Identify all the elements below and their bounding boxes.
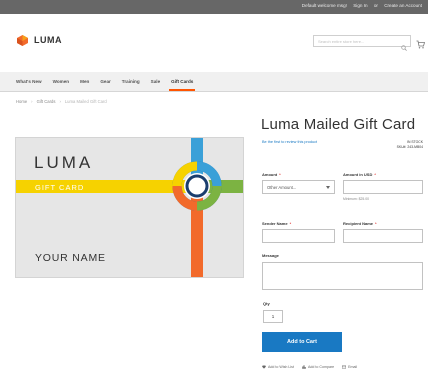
- gift-card-band-text: GIFT CARD: [35, 183, 85, 192]
- breadcrumb-separator: ›: [31, 99, 33, 104]
- email-label: Email: [348, 365, 358, 369]
- sender-name-label: Sender Name *: [262, 221, 291, 226]
- search-input[interactable]: Search entire store here...: [313, 35, 411, 51]
- amount-usd-input[interactable]: [343, 180, 423, 194]
- amount-label: Amount *: [262, 172, 281, 177]
- logo[interactable]: LUMA: [16, 32, 62, 48]
- gift-card-brand: LUMA: [34, 153, 94, 172]
- welcome-message: Default welcome msg!: [301, 3, 347, 8]
- amount-select[interactable]: Other Amount...: [262, 180, 335, 194]
- breadcrumb: Home › Gift Cards › Luma Mailed Gift Card: [16, 99, 107, 104]
- recipient-name-label: Recipient Name *: [343, 221, 377, 226]
- wishlist-label: Add to Wish List: [268, 365, 294, 369]
- page-title: Luma Mailed Gift Card: [261, 116, 416, 133]
- message-label: Message: [262, 253, 279, 258]
- heart-icon: [262, 365, 266, 369]
- recipient-label-text: Recipient Name: [343, 221, 374, 226]
- compare-icon: [302, 365, 306, 369]
- add-to-compare-link[interactable]: Add to Compare: [302, 365, 334, 369]
- required-marker: *: [279, 172, 281, 177]
- cart-icon[interactable]: [416, 36, 426, 49]
- amount-select-value: Other Amount...: [267, 185, 297, 190]
- breadcrumb-category[interactable]: Gift Cards: [37, 99, 56, 104]
- envelope-icon: [342, 365, 347, 369]
- main-navigation: What's New Women Men Gear Training Sale …: [0, 72, 428, 92]
- sign-in-link[interactable]: Sign In: [353, 3, 367, 8]
- add-to-cart-button[interactable]: Add to Cart: [262, 332, 342, 352]
- breadcrumb-home[interactable]: Home: [16, 99, 27, 104]
- product-image[interactable]: LUMA GIFT CARD YOUR NAME: [15, 137, 244, 278]
- nav-item-training[interactable]: Training: [122, 72, 140, 91]
- product-actions: Add to Wish List Add to Compare Email: [262, 365, 357, 369]
- required-marker: *: [374, 172, 376, 177]
- amount-usd-label: Amount in USD *: [343, 172, 376, 177]
- sku-value: 243-MB04: [407, 145, 423, 149]
- or-text: or: [373, 3, 378, 8]
- required-marker: *: [375, 221, 377, 226]
- nav-item-sale[interactable]: Sale: [151, 72, 160, 91]
- breadcrumb-current: Luma Mailed Gift Card: [64, 99, 107, 104]
- chevron-down-icon: [326, 186, 330, 189]
- nav-item-gear[interactable]: Gear: [100, 72, 110, 91]
- review-link[interactable]: Be the first to review this product: [262, 140, 317, 144]
- search-icon[interactable]: [401, 38, 407, 51]
- stock-status: IN STOCK SKU#: 243-MB04: [397, 140, 423, 150]
- nav-item-men[interactable]: Men: [80, 72, 89, 91]
- required-marker: *: [289, 221, 292, 226]
- breadcrumb-separator: ›: [59, 99, 61, 104]
- message-textarea[interactable]: [262, 262, 423, 290]
- compare-label: Add to Compare: [307, 365, 335, 369]
- sender-name-field[interactable]: [262, 229, 335, 243]
- nav-item-women[interactable]: Women: [53, 72, 70, 91]
- nav-item-gift-cards[interactable]: Gift Cards: [169, 72, 196, 91]
- header-links: Default welcome msg! Sign In or Create a…: [297, 3, 422, 8]
- sku-label: SKU#:: [396, 145, 407, 149]
- email-link[interactable]: Email: [342, 365, 357, 369]
- amount-label-text: Amount: [262, 172, 278, 177]
- sku-line: SKU#: 243-MB04: [397, 145, 423, 150]
- search-placeholder: Search entire store here...: [318, 39, 365, 44]
- sender-label-text: Sender Name: [262, 221, 288, 226]
- logo-text: LUMA: [34, 35, 62, 45]
- create-account-link[interactable]: Create an Account: [384, 3, 422, 8]
- luma-logo-icon: [16, 34, 29, 47]
- nav-item-whats-new[interactable]: What's New: [16, 72, 42, 91]
- qty-input[interactable]: 1: [263, 310, 283, 323]
- recipient-name-field[interactable]: [343, 229, 423, 243]
- qty-label: Qty: [263, 301, 270, 306]
- gift-card-name: YOUR NAME: [35, 252, 106, 264]
- top-bar: Default welcome msg! Sign In or Create a…: [0, 0, 428, 14]
- add-to-wishlist-link[interactable]: Add to Wish List: [262, 365, 294, 369]
- amount-usd-label-text: Amount in USD: [343, 172, 373, 177]
- amount-note: Minimum: $25.00: [343, 197, 370, 201]
